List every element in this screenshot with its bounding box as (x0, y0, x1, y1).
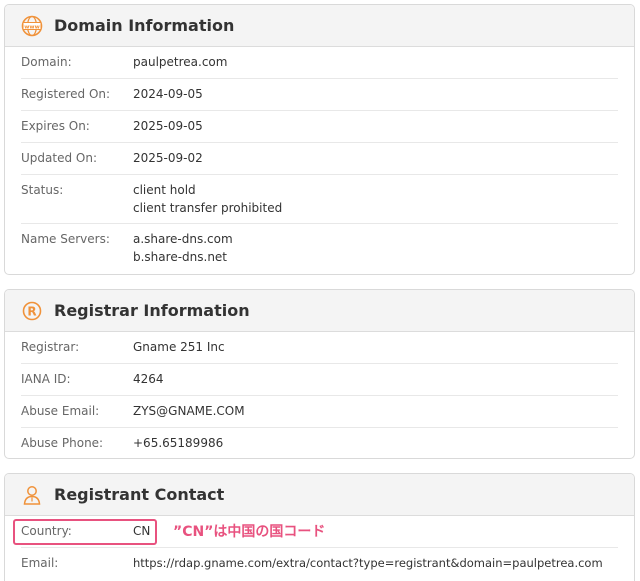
iana-id-row: IANA ID: 4264 (21, 364, 618, 396)
svg-text:www: www (24, 24, 40, 30)
domain-row: Domain: paulpetrea.com (21, 47, 618, 79)
country-value: CN (133, 524, 151, 538)
registered-icon: R (21, 300, 43, 322)
registrar-row: Registrar: Gname 251 Inc (21, 332, 618, 364)
domain-information-card: www Domain Information Domain: paulpetre… (4, 4, 635, 275)
registered-on-label: Registered On: (21, 87, 111, 101)
registrar-label: Registrar: (21, 340, 80, 354)
www-globe-icon: www (21, 15, 43, 37)
registered-on-value: 2024-09-05 (133, 87, 203, 101)
abuse-phone-value: +65.65189986 (133, 436, 224, 450)
updated-on-value: 2025-09-02 (133, 151, 203, 165)
registrar-information-title: Registrar Information (54, 301, 250, 320)
abuse-email-row: Abuse Email: ZYS@GNAME.COM (21, 396, 618, 428)
email-label: Email: (21, 556, 59, 570)
registrar-information-card: R Registrar Information Registrar: Gname… (4, 289, 635, 459)
name-servers-row: Name Servers: a.share-dns.com b.share-dn… (21, 224, 618, 264)
expires-on-row: Expires On: 2025-09-05 (21, 111, 618, 143)
abuse-phone-row: Abuse Phone: +65.65189986 (21, 428, 618, 458)
registrant-contact-header: Registrant Contact (5, 474, 634, 516)
name-server-1: a.share-dns.com (133, 232, 233, 246)
name-server-2: b.share-dns.net (133, 250, 228, 264)
registrar-value: Gname 251 Inc (133, 340, 225, 354)
updated-on-row: Updated On: 2025-09-02 (21, 143, 618, 175)
expires-on-label: Expires On: (21, 119, 90, 133)
domain-label: Domain: (21, 55, 72, 69)
abuse-phone-label: Abuse Phone: (21, 436, 104, 450)
status-row: Status: client hold client transfer proh… (21, 175, 618, 224)
abuse-email-label: Abuse Email: (21, 404, 100, 418)
expires-on-value: 2025-09-05 (133, 119, 203, 133)
registrant-contact-title: Registrant Contact (54, 485, 225, 504)
status-label: Status: (21, 183, 64, 197)
svg-text:R: R (27, 304, 36, 318)
updated-on-label: Updated On: (21, 151, 97, 165)
name-servers-label: Name Servers: (21, 232, 110, 246)
abuse-email-value: ZYS@GNAME.COM (133, 404, 245, 418)
registrar-information-header: R Registrar Information (5, 290, 634, 332)
domain-information-header: www Domain Information (5, 5, 634, 47)
country-label: Country: (21, 524, 72, 538)
email-value: https://rdap.gname.com/extra/contact?typ… (133, 556, 603, 570)
status-value-2: client transfer prohibited (133, 201, 283, 215)
email-row: Email: https://rdap.gname.com/extra/cont… (21, 548, 618, 580)
registered-on-row: Registered On: 2024-09-05 (21, 79, 618, 111)
domain-information-title: Domain Information (54, 16, 235, 35)
status-value-1: client hold (133, 183, 196, 197)
domain-value: paulpetrea.com (133, 55, 228, 69)
iana-id-value: 4264 (133, 372, 164, 386)
iana-id-label: IANA ID: (21, 372, 71, 386)
person-icon (21, 484, 43, 506)
annotation-note: ”CN”は中国の国コード (173, 524, 326, 540)
